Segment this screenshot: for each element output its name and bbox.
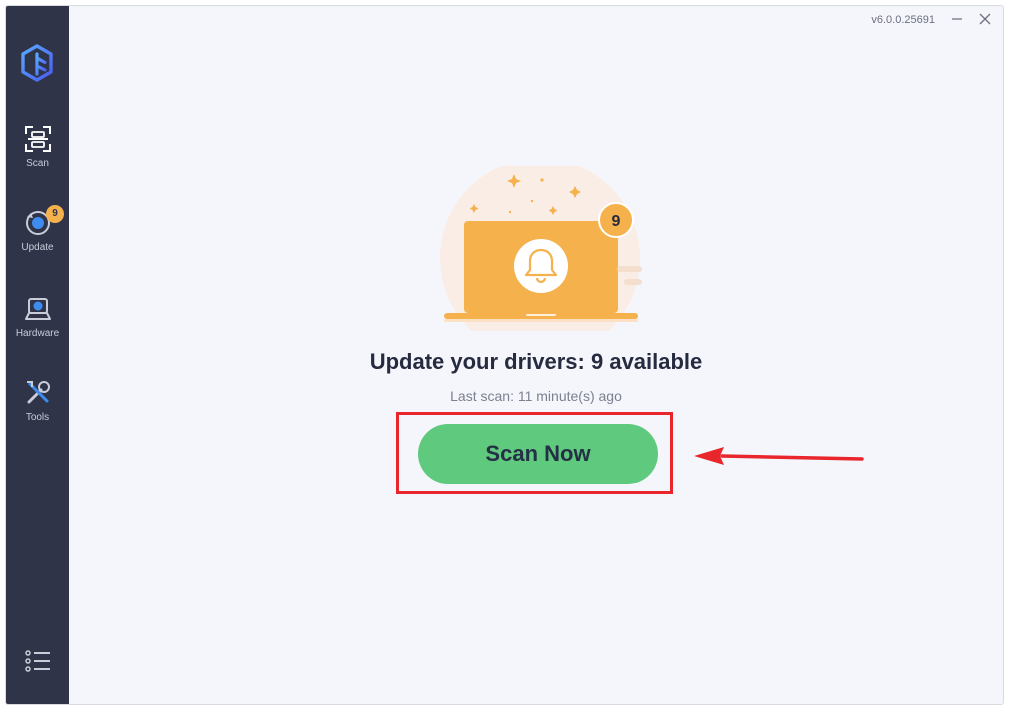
update-count-badge: 9 xyxy=(46,205,64,223)
sidebar-item-update[interactable]: 9 Update xyxy=(6,205,69,253)
sidebar-item-label: Scan xyxy=(26,158,49,169)
app-logo-icon xyxy=(21,44,53,82)
page-title: Update your drivers: 9 available xyxy=(369,349,703,374)
pointer-arrow-icon xyxy=(694,447,864,465)
sidebar-item-scan[interactable]: Scan xyxy=(6,124,69,169)
laptop-notification-illustration: 9 xyxy=(440,166,642,331)
minimize-icon xyxy=(952,18,962,20)
tools-icon xyxy=(26,381,50,404)
sidebar-item-hardware[interactable]: Hardware xyxy=(6,294,69,339)
sidebar-item-tools[interactable]: Tools xyxy=(6,378,69,423)
app-window: Scan 9 Update Hardware Tools v6.0.0.2569… xyxy=(5,5,1004,705)
laptop-badge-count: 9 xyxy=(612,213,621,230)
scan-icon xyxy=(24,126,51,152)
menu-list-icon[interactable] xyxy=(23,646,53,676)
close-icon xyxy=(979,13,991,25)
scan-now-button[interactable]: Scan Now xyxy=(418,424,658,484)
minimize-button[interactable] xyxy=(947,10,967,30)
sidebar: Scan 9 Update Hardware Tools xyxy=(6,6,69,704)
sidebar-item-label: Tools xyxy=(25,412,50,423)
version-label: v6.0.0.25691 xyxy=(871,14,935,26)
last-scan-text: Last scan: 11 minute(s) ago xyxy=(450,388,622,404)
sidebar-item-label: Update xyxy=(21,242,54,253)
close-button[interactable] xyxy=(975,10,995,30)
sidebar-item-label: Hardware xyxy=(15,328,60,339)
hardware-icon xyxy=(24,298,51,320)
